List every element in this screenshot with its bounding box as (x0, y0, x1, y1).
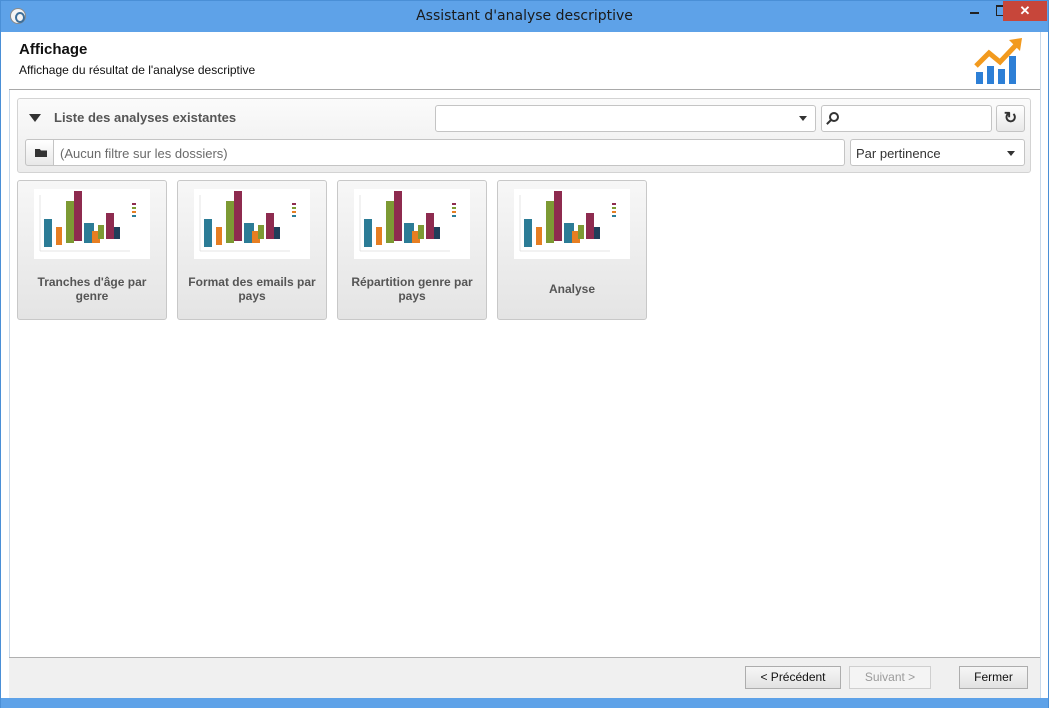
analysis-list-panel: Liste des analyses existantes ↻ (Aucun f… (17, 98, 1031, 173)
bar-chart-thumbnail-icon (194, 189, 310, 259)
page-subtitle: Affichage du résultat de l'analyse descr… (19, 63, 256, 77)
chevron-down-icon[interactable] (799, 116, 807, 121)
analysis-tile[interactable]: Répartition genre par pays (337, 180, 487, 320)
next-button[interactable]: Suivant > (849, 666, 931, 689)
minimize-button[interactable] (961, 1, 987, 21)
page-header: Affichage Affichage du résultat de l'ana… (9, 32, 1040, 90)
close-window-button[interactable]: ✕ (1003, 1, 1047, 21)
search-input[interactable] (821, 105, 992, 132)
chevron-down-icon (1007, 151, 1015, 156)
window-title: Assistant d'analyse descriptive (416, 8, 633, 24)
analysis-tile[interactable]: Format des emails par pays (177, 180, 327, 320)
trend-chart-icon (974, 38, 1022, 84)
refresh-button[interactable]: ↻ (996, 105, 1025, 132)
analysis-tile[interactable]: Analyse (497, 180, 647, 320)
tile-label: Format des emails par pays (188, 275, 316, 303)
frame-left-border (9, 32, 10, 698)
tile-label: Tranches d'âge par genre (37, 275, 147, 303)
header-divider (9, 89, 1040, 90)
folder-filter-field[interactable]: (Aucun filtre sur les dossiers) (54, 139, 845, 166)
panel-title[interactable]: Liste des analyses existantes (54, 110, 236, 125)
frame-right-border (1040, 32, 1041, 698)
bar-chart-thumbnail-icon (354, 189, 470, 259)
tile-label: Analyse (548, 282, 596, 296)
bar-chart-thumbnail-icon (514, 189, 630, 259)
folder-icon (35, 149, 47, 157)
page-title: Affichage (19, 41, 88, 58)
collapse-triangle-icon[interactable] (29, 114, 41, 122)
tile-label: Répartition genre par pays (351, 275, 473, 303)
title-bar[interactable]: Assistant d'analyse descriptive ✕ (1, 1, 1048, 32)
analysis-tile[interactable]: Tranches d'âge par genre (17, 180, 167, 320)
bar-chart-thumbnail-icon (34, 189, 150, 259)
assistant-window: Assistant d'analyse descriptive ✕ Affich… (0, 0, 1049, 708)
sort-select[interactable]: Par pertinence (850, 139, 1025, 166)
previous-button[interactable]: < Précédent (745, 666, 841, 689)
folder-combobox[interactable] (435, 105, 816, 132)
close-button[interactable]: Fermer (959, 666, 1028, 689)
folder-filter-button[interactable] (25, 139, 54, 166)
window-bottom-border (1, 698, 1048, 708)
sort-value: Par pertinence (856, 146, 941, 161)
search-icon (829, 112, 839, 122)
